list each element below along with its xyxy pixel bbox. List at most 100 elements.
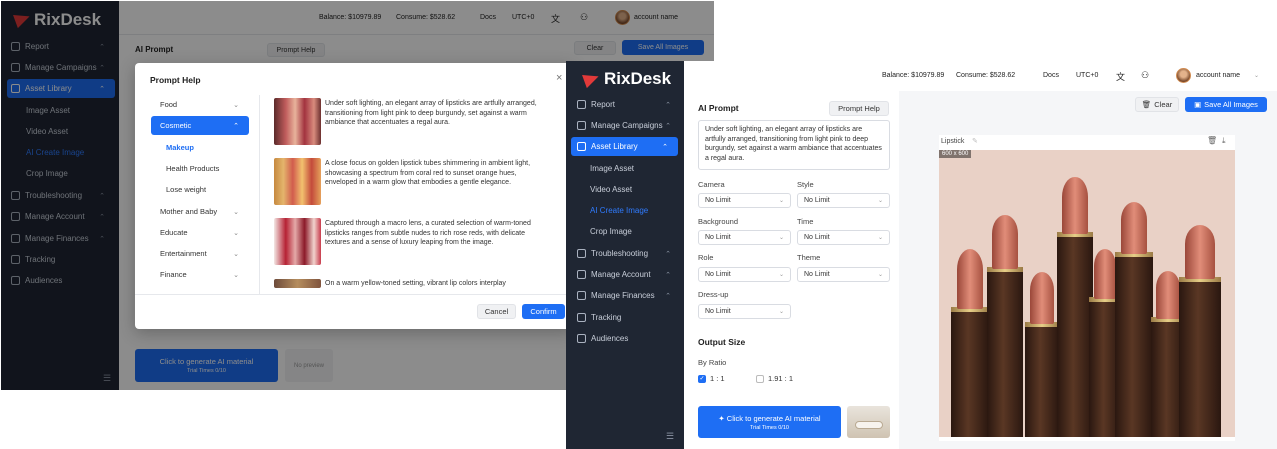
sidebar-item-manage-campaigns[interactable]: Manage Campaigns ⌃ xyxy=(577,116,681,135)
example-description-3[interactable]: Captured through a macro lens, a curated… xyxy=(325,219,541,248)
subcategory-lose-weight[interactable]: Lose weight xyxy=(166,185,206,194)
style-select[interactable]: No Limit ⌄ xyxy=(797,193,890,208)
avatar[interactable] xyxy=(1176,68,1191,83)
sidebar-item-tracking[interactable]: Tracking xyxy=(577,308,621,327)
translate-icon[interactable]: 文 xyxy=(1116,70,1125,83)
chevron-up-icon: ⌃ xyxy=(665,250,671,258)
role-label: Role xyxy=(698,253,714,262)
chevron-down-icon: ⌄ xyxy=(778,272,784,278)
balance-text: Balance: $10979.89 xyxy=(882,72,945,79)
prompt-help-modal: Prompt Help × Food ⌄ Cosmetic ⌃ Makeup Hea… xyxy=(135,63,573,329)
generated-thumbnail[interactable] xyxy=(847,406,890,438)
sidebar-item-report[interactable]: Report ⌃ xyxy=(577,95,681,114)
edit-icon[interactable]: ✎ xyxy=(972,137,978,145)
sidebar-item-ai-create-image[interactable]: AI Create Image xyxy=(590,201,648,220)
modal-title: Prompt Help xyxy=(150,75,201,85)
ratio-1-1-option[interactable]: ✓ 1 : 1 xyxy=(698,374,725,384)
example-image-1[interactable] xyxy=(274,98,321,145)
background-label: Background xyxy=(698,217,739,226)
chevron-down-icon: ⌄ xyxy=(877,198,883,204)
account-name[interactable]: account name xyxy=(1196,72,1240,79)
audience-icon xyxy=(577,334,586,343)
subcategory-health-products[interactable]: Health Products xyxy=(166,164,219,173)
collapse-menu-icon[interactable]: ☰ xyxy=(666,431,674,442)
prompt-textarea[interactable]: Under soft lighting, an elegant array of… xyxy=(698,120,890,170)
download-icon[interactable]: ⤓ xyxy=(1222,136,1226,146)
checkbox-checked-icon: ✓ xyxy=(698,375,706,384)
tracking-icon xyxy=(577,313,586,322)
users-icon xyxy=(577,270,586,279)
user-switch-icon[interactable]: ⚇ xyxy=(1141,70,1149,81)
lipstick-tube xyxy=(1025,272,1059,437)
sidebar-item-video-asset[interactable]: Video Asset xyxy=(590,180,632,199)
delete-icon[interactable]: 🗑 xyxy=(1207,136,1217,145)
sidebar-item-audiences[interactable]: Audiences xyxy=(577,329,628,348)
save-icon: ▣ xyxy=(1194,100,1202,109)
role-select[interactable]: No Limit ⌄ xyxy=(698,267,791,282)
category-mother-and-baby[interactable]: Mother and Baby ⌄ xyxy=(151,202,249,221)
modal-cancel-button[interactable]: Cancel xyxy=(477,304,516,319)
docs-menu[interactable]: Docs xyxy=(1043,72,1059,79)
lipstick-tube xyxy=(1179,225,1221,437)
generate-button[interactable]: ✦ Click to generate AI material Trial Ti… xyxy=(698,406,841,438)
chevron-down-icon: ⌄ xyxy=(233,208,239,216)
chevron-down-icon[interactable]: ⌄ xyxy=(1254,72,1259,79)
category-food[interactable]: Food ⌄ xyxy=(151,95,249,114)
background-select[interactable]: No Limit ⌄ xyxy=(698,230,791,245)
category-entertainment[interactable]: Entertainment ⌄ xyxy=(151,244,249,263)
example-image-3[interactable] xyxy=(274,218,321,265)
example-description-4[interactable]: On a warm yellow-toned setting, vibrant … xyxy=(325,279,541,288)
sidebar-item-crop-image[interactable]: Crop Image xyxy=(590,222,632,241)
modal-confirm-button[interactable]: Confirm xyxy=(522,304,565,319)
front-window: RixDesk Report ⌃ Manage Campaigns ⌃ Asset … xyxy=(566,61,1277,449)
chevron-down-icon: ⌄ xyxy=(233,229,239,237)
close-icon[interactable]: × xyxy=(556,72,562,84)
ratio-1-91-option[interactable]: 1.91 : 1 xyxy=(756,374,793,384)
image-name: Lipstick xyxy=(941,138,965,145)
sidebar-item-manage-finances[interactable]: Manage Finances ⌃ xyxy=(577,286,681,305)
time-label: Time xyxy=(797,217,814,226)
camera-select[interactable]: No Limit ⌄ xyxy=(698,193,791,208)
sparkle-icon: ✦ xyxy=(718,413,727,423)
sidebar-item-asset-library[interactable]: Asset Library ⌃ xyxy=(571,137,678,156)
theme-select[interactable]: No Limit ⌄ xyxy=(797,267,890,282)
example-description-2[interactable]: A close focus on golden lipstick tubes s… xyxy=(325,159,541,188)
example-description-1[interactable]: Under soft lighting, an elegant array of… xyxy=(325,99,541,128)
example-image-4[interactable] xyxy=(274,279,321,288)
chevron-up-icon: ⌃ xyxy=(665,101,671,109)
prompt-help-button[interactable]: Prompt Help xyxy=(829,101,889,116)
chevron-up-icon: ⌃ xyxy=(662,143,668,151)
prompt-panel: AI Prompt Prompt Help Under soft lightin… xyxy=(684,91,899,449)
generated-image[interactable]: 600 x 600 xyxy=(939,150,1235,437)
image-size-badge: 600 x 600 xyxy=(939,150,972,158)
save-all-button[interactable]: ▣ Save All Images xyxy=(1185,97,1267,112)
sidebar: RixDesk Report ⌃ Manage Campaigns ⌃ Asset … xyxy=(566,61,684,449)
example-image-2[interactable] xyxy=(274,158,321,205)
category-educate[interactable]: Educate ⌄ xyxy=(151,223,249,242)
timezone-text[interactable]: UTC+0 xyxy=(1076,72,1098,79)
clear-button[interactable]: 🗑 Clear xyxy=(1135,97,1179,112)
time-select[interactable]: No Limit ⌄ xyxy=(797,230,890,245)
chevron-down-icon: ⌄ xyxy=(778,198,784,204)
by-ratio-label: By Ratio xyxy=(698,358,727,367)
sidebar-item-image-asset[interactable]: Image Asset xyxy=(590,159,634,178)
chevron-down-icon: ⌄ xyxy=(778,235,784,241)
theme-label: Theme xyxy=(797,253,821,262)
lipstick-tube xyxy=(1057,177,1093,437)
lipstick-tube xyxy=(987,215,1023,437)
camera-label: Camera xyxy=(698,180,725,189)
category-finance[interactable]: Finance ⌄ xyxy=(151,265,249,284)
subcategory-makeup[interactable]: Makeup xyxy=(166,143,194,152)
chevron-up-icon: ⌃ xyxy=(665,122,671,130)
troubleshoot-icon xyxy=(577,249,586,258)
sidebar-item-troubleshooting[interactable]: Troubleshooting ⌃ xyxy=(577,244,681,263)
chevron-down-icon: ⌄ xyxy=(233,271,239,279)
dress-up-select[interactable]: No Limit ⌄ xyxy=(698,304,791,319)
ai-prompt-title: AI Prompt xyxy=(698,103,739,113)
chevron-down-icon: ⌄ xyxy=(233,250,239,258)
lipstick-tube xyxy=(951,249,989,437)
sidebar-item-manage-account[interactable]: Manage Account ⌃ xyxy=(577,265,681,284)
category-cosmetic[interactable]: Cosmetic ⌃ xyxy=(151,116,249,135)
dress-up-label: Dress-up xyxy=(698,290,729,299)
lipstick-tube xyxy=(1115,202,1153,437)
